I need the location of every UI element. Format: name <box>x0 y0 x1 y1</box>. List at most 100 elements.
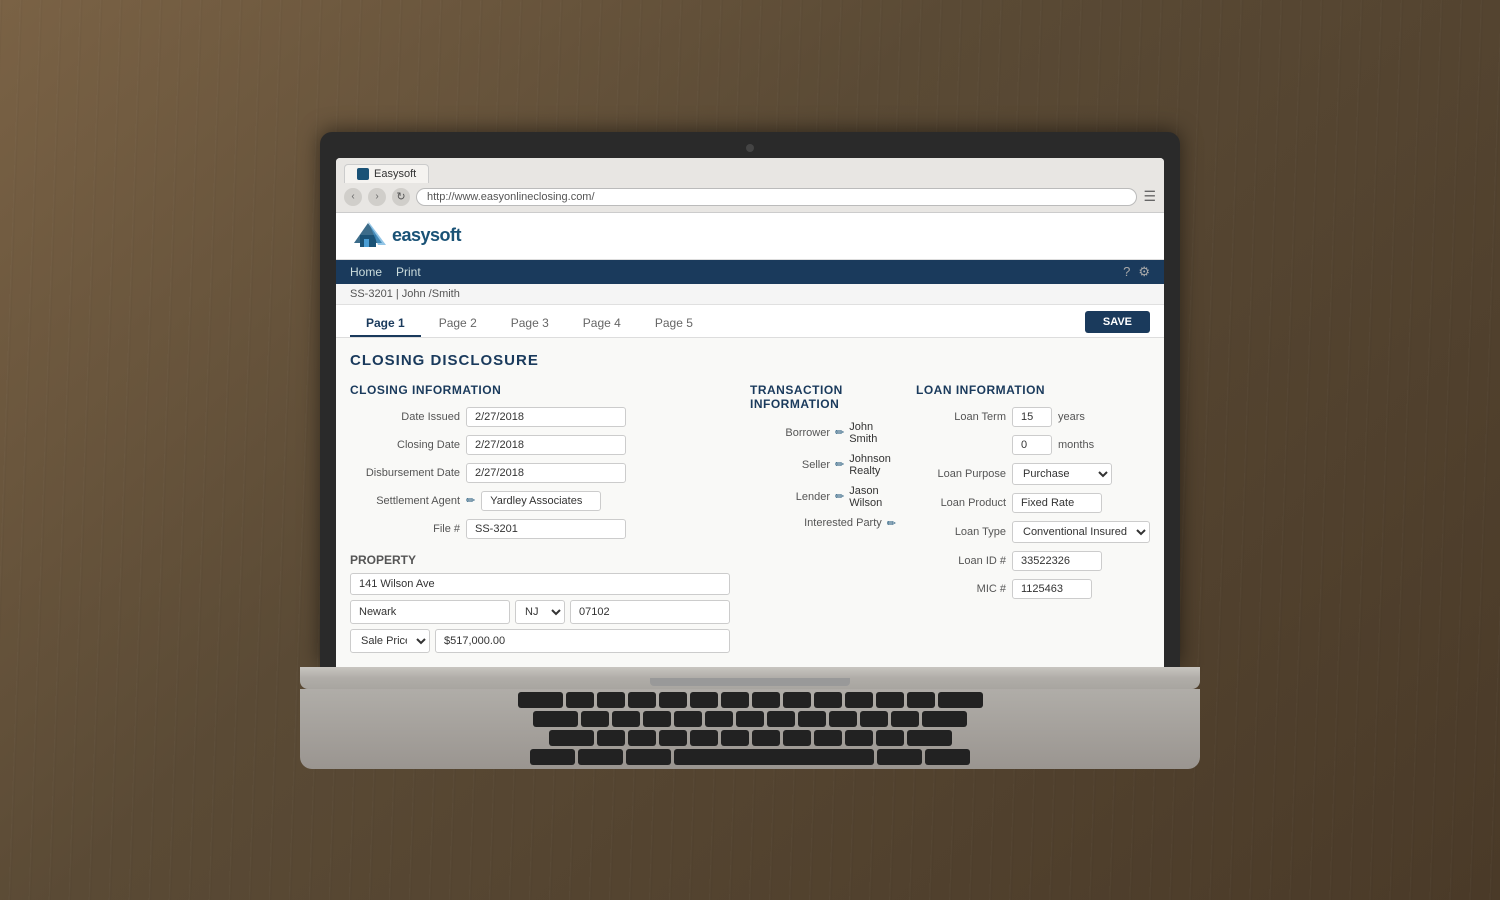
browser-menu-icon[interactable]: ☰ <box>1143 188 1156 205</box>
nav-print[interactable]: Print <box>396 265 421 279</box>
laptop-hinge <box>650 678 850 686</box>
date-issued-label: Date Issued <box>350 411 460 423</box>
sale-price-type-select[interactable]: Sale Price <box>350 629 430 653</box>
loan-purpose-row: Loan Purpose Purchase <box>916 463 1150 485</box>
b-key <box>721 730 749 746</box>
quote-key <box>891 711 919 727</box>
u-key <box>752 692 780 708</box>
delete-key <box>938 692 983 708</box>
key-row-2 <box>370 711 1130 727</box>
property-city-input[interactable] <box>350 600 510 624</box>
property-address-input[interactable] <box>350 573 730 595</box>
interested-party-edit-icon[interactable]: ✏ <box>887 517 896 530</box>
interested-party-row: Interested Party ✏ <box>750 517 896 530</box>
settings-icon[interactable]: ⚙ <box>1138 264 1150 280</box>
interested-party-label: Interested Party <box>802 517 882 529</box>
file-number-input[interactable] <box>466 519 626 539</box>
form-columns: CLOSING INFORMATION Date Issued Closing … <box>350 383 1150 653</box>
loan-product-row: Loan Product <box>916 493 1150 513</box>
closing-date-input[interactable] <box>466 435 626 455</box>
settlement-agent-row: Settlement Agent ✏ Yardley Associates <box>350 491 730 511</box>
closing-date-label: Closing Date <box>350 439 460 451</box>
comma-key <box>814 730 842 746</box>
e-key <box>628 692 656 708</box>
x-key <box>628 730 656 746</box>
loan-purpose-select[interactable]: Purchase <box>1012 463 1112 485</box>
property-state-select[interactable]: NJ <box>515 600 565 624</box>
loan-term-years-input[interactable] <box>1012 407 1052 427</box>
logo-text: easysoft <box>392 225 461 246</box>
caps-key <box>533 711 578 727</box>
closing-column: CLOSING INFORMATION Date Issued Closing … <box>350 383 730 653</box>
keyboard-area <box>300 689 1200 769</box>
date-issued-input[interactable] <box>466 407 626 427</box>
nav-home[interactable]: Home <box>350 265 382 279</box>
lender-label: Lender <box>750 491 830 503</box>
d-key <box>643 711 671 727</box>
property-section: PROPERTY NJ Sale Pr <box>350 553 730 653</box>
key-row-3 <box>370 730 1130 746</box>
help-icon[interactable]: ? <box>1123 264 1130 280</box>
tab-page3[interactable]: Page 3 <box>495 311 565 337</box>
g-key <box>705 711 733 727</box>
app-header: easysoft <box>336 213 1164 260</box>
property-zip-input[interactable] <box>570 600 730 624</box>
h-key <box>736 711 764 727</box>
file-number-row: File # <box>350 519 730 539</box>
tab-page5[interactable]: Page 5 <box>639 311 709 337</box>
tab-key <box>518 692 563 708</box>
save-button[interactable]: SAVE <box>1085 311 1150 333</box>
settlement-agent-edit-icon[interactable]: ✏ <box>466 494 475 507</box>
loan-type-select[interactable]: Conventional Insured <box>1012 521 1150 543</box>
keyboard-rows <box>370 692 1130 765</box>
semi-key <box>860 711 888 727</box>
tab-page4[interactable]: Page 4 <box>567 311 637 337</box>
back-button[interactable]: ‹ <box>344 188 362 206</box>
closing-section-title: CLOSING INFORMATION <box>350 383 730 397</box>
sale-price-row: Sale Price <box>350 629 730 653</box>
loan-product-input[interactable] <box>1012 493 1102 513</box>
app-nav-links: Home Print <box>350 265 421 279</box>
seller-edit-icon[interactable]: ✏ <box>835 458 844 471</box>
mic-row: MIC # <box>916 579 1150 599</box>
t-key <box>690 692 718 708</box>
forward-button[interactable]: › <box>368 188 386 206</box>
seller-label: Seller <box>750 459 830 471</box>
url-bar[interactable]: http://www.easyonlineclosing.com/ <box>416 188 1137 206</box>
ctrl-right-key <box>925 749 970 765</box>
l-key <box>829 711 857 727</box>
m-key <box>783 730 811 746</box>
n-key <box>752 730 780 746</box>
loan-type-row: Loan Type Conventional Insured <box>916 521 1150 543</box>
breadcrumb-bar: SS-3201 | John /Smith <box>336 284 1164 305</box>
laptop-camera <box>746 144 754 152</box>
laptop-container: Easysoft ‹ › ↻ http://www.easyonlineclos… <box>300 132 1200 769</box>
i-key <box>783 692 811 708</box>
browser-tabs: Easysoft <box>344 164 1156 183</box>
browser-tab[interactable]: Easysoft <box>344 164 429 183</box>
date-issued-row: Date Issued <box>350 407 730 427</box>
disbursement-date-input[interactable] <box>466 463 626 483</box>
z-key <box>721 692 749 708</box>
tab-page1[interactable]: Page 1 <box>350 311 421 337</box>
loan-id-input[interactable] <box>1012 551 1102 571</box>
lender-value: Jason Wilson <box>849 485 896 509</box>
app-nav: Home Print ? ⚙ <box>336 260 1164 284</box>
reload-button[interactable]: ↻ <box>392 188 410 206</box>
loan-product-label: Loan Product <box>916 497 1006 509</box>
bracket2-key <box>907 692 935 708</box>
sale-price-input[interactable] <box>435 629 730 653</box>
lender-edit-icon[interactable]: ✏ <box>835 490 844 503</box>
settlement-agent-value: Yardley Associates <box>481 491 601 511</box>
tab-page2[interactable]: Page 2 <box>423 311 493 337</box>
mic-input[interactable] <box>1012 579 1092 599</box>
browser-chrome: Easysoft ‹ › ↻ http://www.easyonlineclos… <box>336 158 1164 213</box>
ctrl-key <box>578 749 623 765</box>
loan-term-months-input[interactable] <box>1012 435 1052 455</box>
loan-id-label: Loan ID # <box>916 555 1006 567</box>
w-key <box>597 692 625 708</box>
borrower-edit-icon[interactable]: ✏ <box>835 426 844 439</box>
shift-left-key <box>549 730 594 746</box>
page-tabs: Page 1 Page 2 Page 3 Page 4 Page 5 <box>350 311 709 337</box>
fn-key <box>530 749 575 765</box>
